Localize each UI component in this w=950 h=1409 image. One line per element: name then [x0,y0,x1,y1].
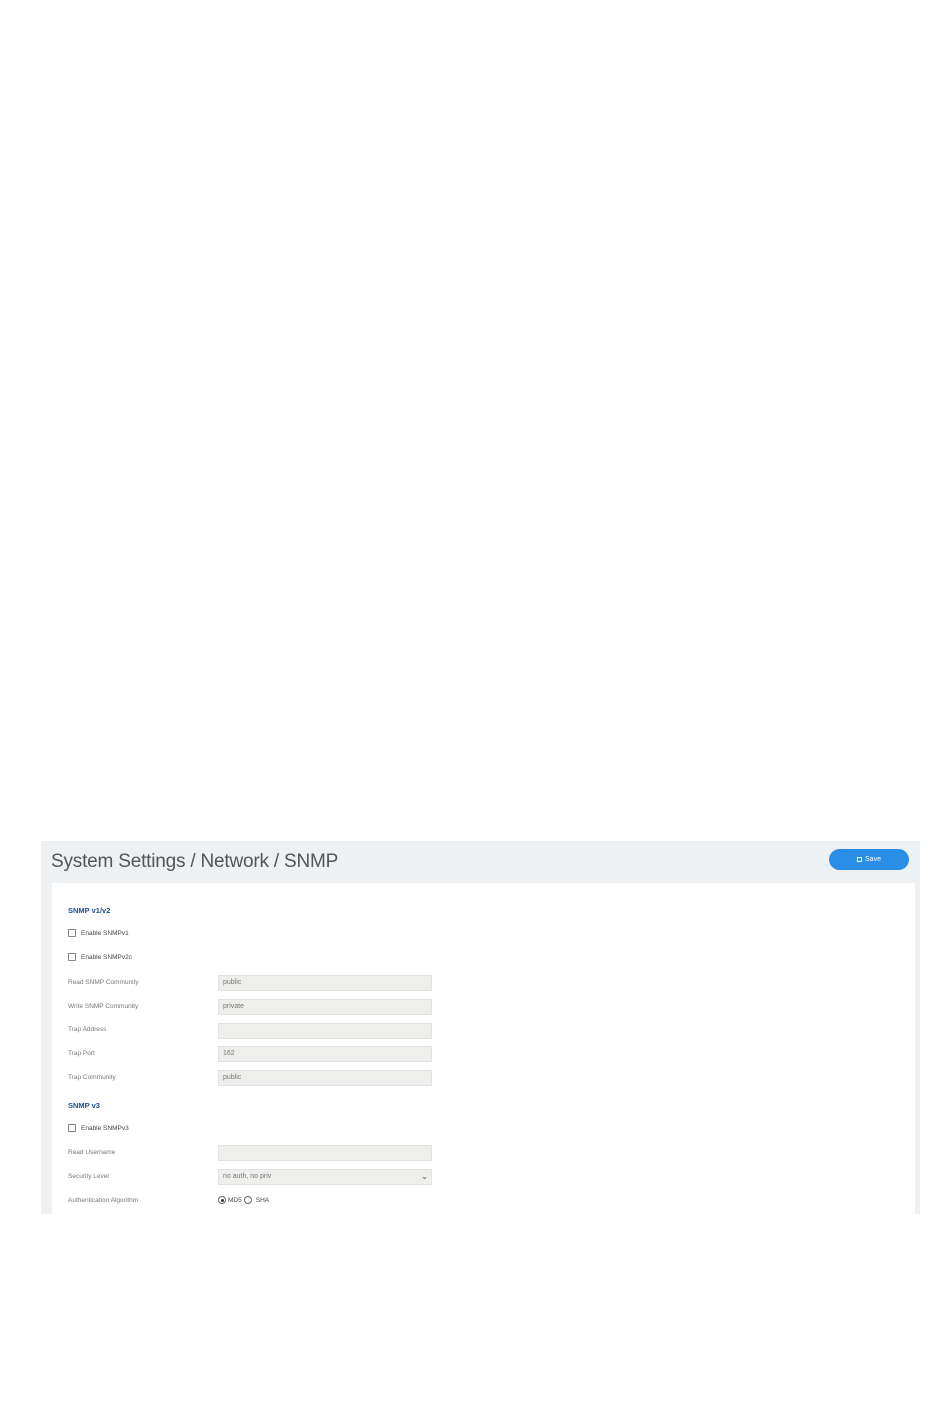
security-level-value: no auth, no priv [223,1173,272,1180]
trap-address-input[interactable] [218,1023,432,1039]
auth-md5-label: MD5 [228,1196,242,1204]
enable-snmpv2c-label: Enable SNMPv2c [81,953,132,961]
trap-address-label: Trap Address [68,1026,107,1033]
enable-snmpv1-label: Enable SNMPv1 [81,929,129,937]
auth-sha-radio[interactable] [243,1196,252,1204]
enable-snmpv1-row[interactable]: Enable SNMPv1 [68,929,129,937]
settings-card: SNMP v1/v2 Enable SNMPv1 Enable SNMPv2c … [52,883,915,1214]
enable-snmpv3-checkbox[interactable] [68,1124,76,1132]
trap-port-label: Trap Port [68,1050,95,1057]
enable-snmpv3-row[interactable]: Enable SNMPv3 [68,1124,129,1132]
auth-md5-radio[interactable] [218,1196,226,1204]
enable-snmpv3-label: Enable SNMPv3 [81,1124,129,1132]
enable-snmpv1-checkbox[interactable] [68,929,76,937]
auth-algorithm-label: Authentication Algorithm [68,1197,139,1204]
security-level-select[interactable]: no auth, no priv ⌄ [218,1169,432,1185]
read-community-input[interactable]: public [218,975,432,991]
enable-snmpv2c-checkbox[interactable] [68,953,76,961]
write-community-label: Write SNMP Community [68,1003,139,1010]
page-title: System Settings / Network / SNMP [51,851,339,872]
chevron-down-icon: ⌄ [421,1172,428,1181]
read-username-input[interactable] [218,1145,432,1161]
write-community-input[interactable]: private [218,999,432,1015]
section-heading-snmp-v3: SNMP v3 [68,1101,100,1110]
auth-sha-label: SHA [255,1196,270,1204]
trap-port-input[interactable]: 162 [218,1046,432,1062]
trap-community-label: Trap Community [68,1074,116,1081]
save-icon [857,857,863,862]
read-username-label: Read Username [68,1149,116,1156]
section-heading-snmp-v1v2: SNMP v1/v2 [68,906,111,915]
enable-snmpv2c-row[interactable]: Enable SNMPv2c [68,953,132,961]
auth-algorithm-group: MD5 SHA [218,1196,269,1204]
security-level-label: Security Level [68,1173,109,1180]
save-button-label: Save [865,856,881,863]
snmp-settings-panel: System Settings / Network / SNMP Save SN… [41,841,920,1214]
read-community-label: Read SNMP Community [68,979,139,986]
save-button[interactable]: Save [829,849,909,870]
trap-community-input[interactable]: public [218,1070,432,1086]
